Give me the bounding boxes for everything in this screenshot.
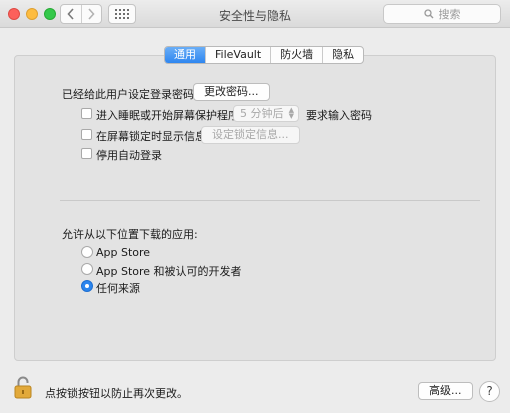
tab-privacy[interactable]: 隐私 [322, 47, 363, 63]
change-password-button[interactable]: 更改密码... [193, 83, 270, 101]
password-delay-select[interactable]: 5 分钟后 ▲ ▼ [233, 105, 299, 122]
search-placeholder: 搜索 [438, 8, 461, 21]
tab-general[interactable]: 通用 [165, 47, 205, 63]
password-set-label: 已经给此用户设定登录密码 [62, 88, 194, 101]
downloads-heading: 允许从以下位置下载的应用: [62, 228, 198, 241]
search-field[interactable]: 搜索 [383, 4, 501, 24]
advanced-button[interactable]: 高级... [418, 382, 473, 400]
disable-auto-login-label: 停用自动登录 [96, 149, 162, 162]
lock-icon[interactable] [14, 375, 32, 399]
disable-auto-login-checkbox[interactable] [81, 148, 92, 159]
radio-anywhere[interactable] [81, 280, 93, 292]
lock-instruction-text: 点按锁按钮以防止再次更改。 [45, 387, 188, 400]
require-password-label: 进入睡眠或开始屏幕保护程序 [96, 109, 239, 122]
password-delay-value: 5 分钟后 [240, 107, 284, 120]
radio-identified-developers-label: App Store 和被认可的开发者 [96, 265, 242, 278]
radio-anywhere-label: 任何来源 [96, 282, 140, 295]
search-icon [423, 9, 433, 19]
updown-arrows-icon: ▲ ▼ [288, 106, 294, 120]
tab-filevault[interactable]: FileVault [205, 47, 270, 63]
radio-app-store-label: App Store [96, 246, 151, 259]
require-password-checkbox[interactable] [81, 108, 92, 119]
title-bar: 安全性与隐私 搜索 [0, 0, 510, 28]
require-password-suffix: 要求输入密码 [306, 109, 372, 122]
radio-identified-developers[interactable] [81, 263, 93, 275]
tab-firewall[interactable]: 防火墙 [270, 47, 322, 63]
show-message-checkbox[interactable] [81, 129, 92, 140]
section-divider [60, 200, 480, 201]
tab-bar: 通用 FileVault 防火墙 隐私 [164, 46, 365, 64]
show-message-label: 在屏幕锁定时显示信息 [96, 130, 206, 143]
help-button[interactable]: ? [479, 381, 500, 402]
set-lock-message-button[interactable]: 设定锁定信息... [201, 126, 300, 144]
radio-app-store[interactable] [81, 246, 93, 258]
